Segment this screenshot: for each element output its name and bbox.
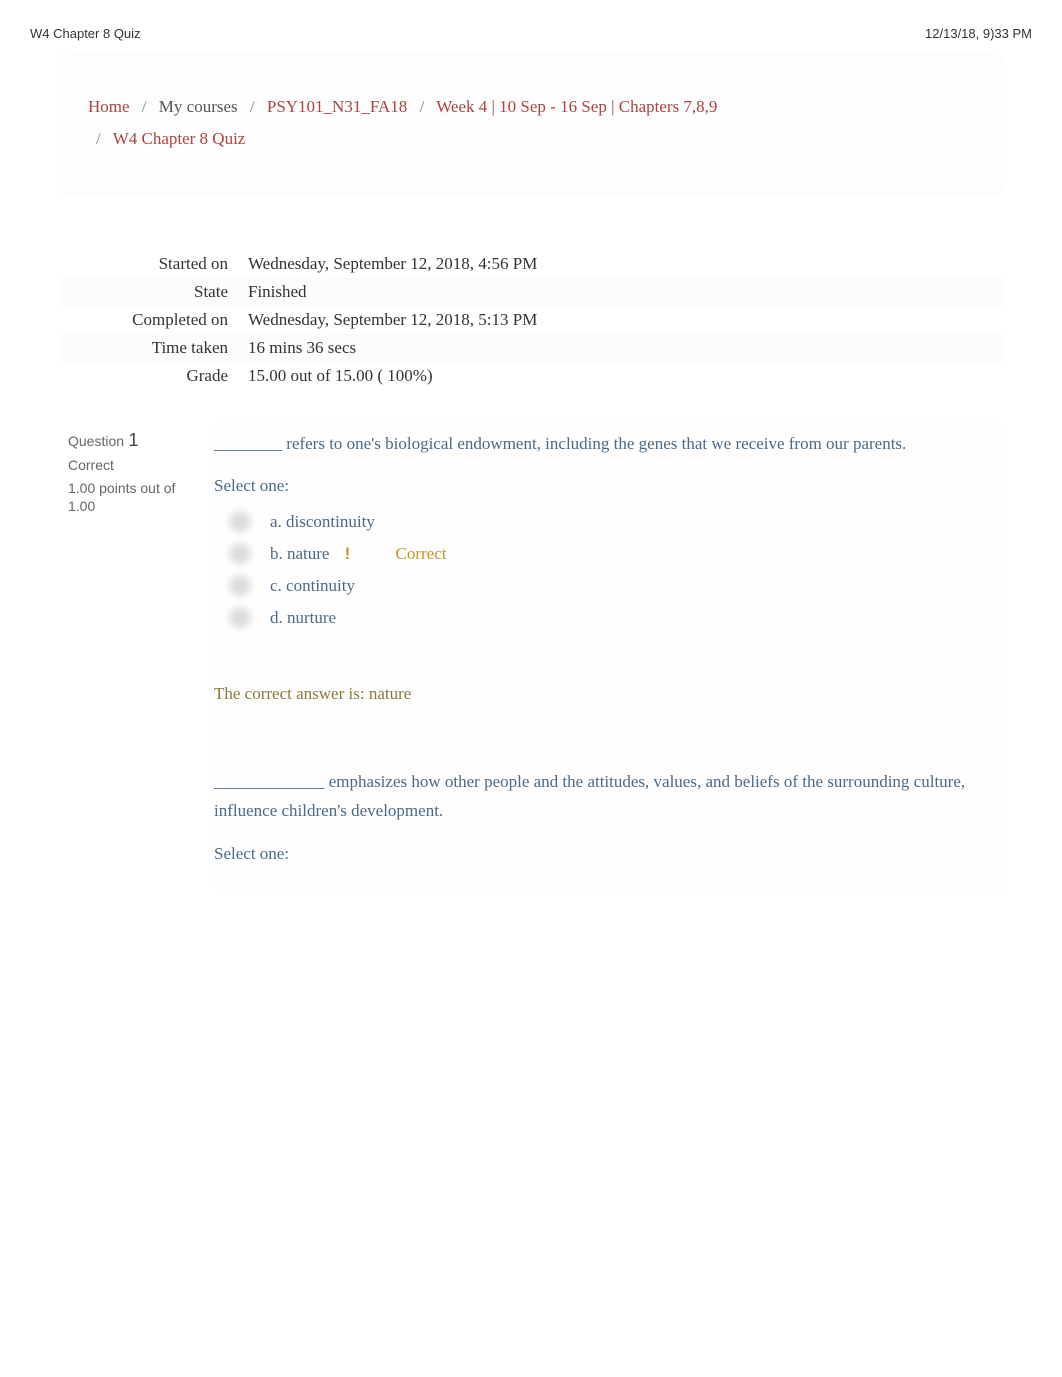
grade-label: Grade bbox=[58, 366, 248, 386]
option-b[interactable]: b. nature ! Correct bbox=[214, 538, 982, 570]
summary-row-time: Time taken 16 mins 36 secs bbox=[58, 334, 1004, 362]
attempt-summary: Started on Wednesday, September 12, 2018… bbox=[58, 230, 1004, 402]
radio-icon[interactable] bbox=[230, 544, 250, 564]
correct-answer: The correct answer is: nature bbox=[214, 676, 982, 712]
question-status: Correct bbox=[68, 457, 194, 473]
page-header: W4 Chapter 8 Quiz 12/13/18, 9)33 PM bbox=[0, 0, 1062, 53]
exclamation-icon: ! bbox=[339, 544, 355, 564]
option-a-text: a. discontinuity bbox=[270, 512, 375, 532]
question-2-partial: _____________ emphasizes how other peopl… bbox=[214, 768, 982, 864]
breadcrumb: Home / My courses / PSY101_N31_FA18 / We… bbox=[88, 91, 974, 156]
radio-icon[interactable] bbox=[230, 512, 250, 532]
breadcrumb-current[interactable]: W4 Chapter 8 Quiz bbox=[113, 129, 246, 148]
breadcrumb-separator: / bbox=[142, 97, 147, 116]
breadcrumb-week[interactable]: Week 4 | 10 Sep - 16 Sep | Chapters 7,8,… bbox=[436, 97, 717, 116]
option-d[interactable]: d. nurture bbox=[214, 602, 982, 634]
state-value: Finished bbox=[248, 282, 307, 302]
breadcrumb-home[interactable]: Home bbox=[88, 97, 130, 116]
option-d-text: d. nurture bbox=[270, 608, 336, 628]
header-right: 12/13/18, 9)33 PM bbox=[925, 26, 1032, 41]
completed-on-label: Completed on bbox=[58, 310, 248, 330]
breadcrumb-separator: / bbox=[250, 97, 255, 116]
question-2-text: _____________ emphasizes how other peopl… bbox=[214, 768, 982, 826]
option-c[interactable]: c. continuity bbox=[214, 570, 982, 602]
summary-row-state: State Finished bbox=[58, 278, 1004, 306]
completed-on-value: Wednesday, September 12, 2018, 5:13 PM bbox=[248, 310, 537, 330]
option-a[interactable]: a. discontinuity bbox=[214, 506, 982, 538]
question-body: ________ refers to one's biological endo… bbox=[214, 422, 1004, 895]
question-text: ________ refers to one's biological endo… bbox=[214, 430, 982, 459]
correct-badge: Correct bbox=[395, 544, 446, 564]
time-taken-label: Time taken bbox=[58, 338, 248, 358]
radio-icon[interactable] bbox=[230, 608, 250, 628]
grade-value: 15.00 out of 15.00 ( 100%) bbox=[248, 366, 433, 386]
breadcrumb-card: Home / My courses / PSY101_N31_FA18 / We… bbox=[58, 53, 1004, 194]
radio-icon[interactable] bbox=[230, 576, 250, 596]
summary-row-started: Started on Wednesday, September 12, 2018… bbox=[58, 250, 1004, 278]
breadcrumb-separator: / bbox=[96, 129, 101, 148]
quiz-content: Started on Wednesday, September 12, 2018… bbox=[58, 230, 1004, 895]
summary-row-completed: Completed on Wednesday, September 12, 20… bbox=[58, 306, 1004, 334]
question-label: Question bbox=[68, 433, 124, 449]
breadcrumb-course[interactable]: PSY101_N31_FA18 bbox=[267, 97, 407, 116]
question-number: 1 bbox=[129, 430, 139, 450]
question-points: 1.00 points out of 1.00 bbox=[68, 479, 194, 515]
breadcrumb-my-courses: My courses bbox=[159, 97, 238, 116]
started-on-value: Wednesday, September 12, 2018, 4:56 PM bbox=[248, 254, 537, 274]
select-one-label-2: Select one: bbox=[214, 844, 982, 864]
summary-row-grade: Grade 15.00 out of 15.00 ( 100%) bbox=[58, 362, 1004, 390]
option-b-text: b. nature bbox=[270, 544, 329, 564]
question-1: Question 1 Correct 1.00 points out of 1.… bbox=[58, 422, 1004, 895]
time-taken-value: 16 mins 36 secs bbox=[248, 338, 356, 358]
state-label: State bbox=[58, 282, 248, 302]
breadcrumb-separator: / bbox=[420, 97, 425, 116]
header-left: W4 Chapter 8 Quiz bbox=[30, 26, 141, 41]
started-on-label: Started on bbox=[58, 254, 248, 274]
main-container: Home / My courses / PSY101_N31_FA18 / We… bbox=[0, 53, 1062, 934]
question-info: Question 1 Correct 1.00 points out of 1.… bbox=[58, 422, 194, 895]
option-c-text: c. continuity bbox=[270, 576, 355, 596]
select-one-label: Select one: bbox=[214, 476, 982, 496]
